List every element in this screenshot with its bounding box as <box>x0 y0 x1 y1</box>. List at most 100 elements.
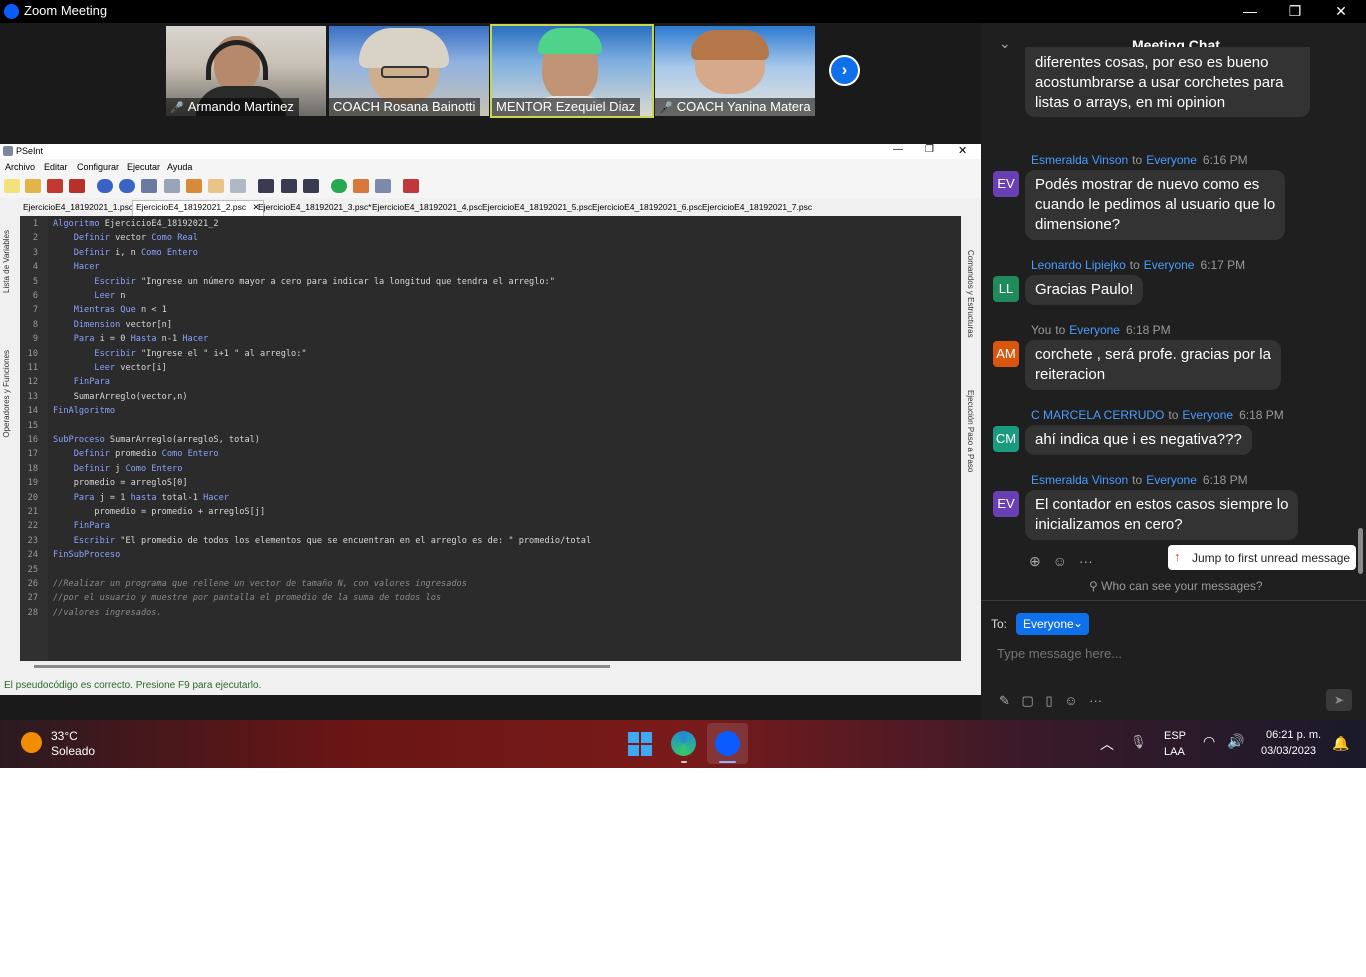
restore-button[interactable]: ❐ <box>1272 0 1318 23</box>
paste-icon[interactable] <box>186 179 202 193</box>
menu-editar[interactable]: Editar <box>44 162 68 172</box>
file-tab[interactable]: EjercicioE4_18192021_3.psc* <box>258 202 371 212</box>
operators-functions-tab[interactable]: Operadores y Funciones <box>2 350 11 438</box>
emoji-react-icon[interactable]: ☺ <box>1053 553 1067 569</box>
close-button[interactable]: ✕ <box>1318 0 1364 23</box>
sender-name[interactable]: You <box>1031 323 1051 337</box>
windows-start-icon[interactable] <box>628 732 652 756</box>
cut-icon[interactable] <box>141 179 157 193</box>
screenshot-icon[interactable]: ▢ <box>1022 693 1034 708</box>
avatar[interactable]: EV <box>993 171 1019 197</box>
open-folder-icon[interactable] <box>25 179 41 193</box>
notification-bell-icon[interactable]: 🔔 <box>1332 735 1349 752</box>
message-input[interactable] <box>995 641 1339 665</box>
file-tab-active[interactable]: EjercicioE4_18192021_2.psc ✕ <box>132 200 264 216</box>
next-page-arrow-icon[interactable]: › <box>829 55 860 86</box>
recipient-dropdown[interactable]: Everyone ⌄ <box>1016 613 1089 635</box>
clock-time[interactable]: 06:21 p. m. <box>1266 729 1321 741</box>
meeting-chat-panel: ⌄ Meeting Chat diferentes cosas, por eso… <box>981 23 1366 720</box>
file-tab[interactable]: EjercicioE4_18192021_6.psc <box>592 202 702 212</box>
collapse-chevron-icon[interactable]: ⌄ <box>999 35 1011 52</box>
help-icon[interactable] <box>403 179 419 193</box>
video-tile[interactable]: COACH Rosana Bainotti <box>329 26 489 116</box>
avatar[interactable]: LL <box>993 276 1019 302</box>
code-line: Dimension vector[n] <box>73 319 173 330</box>
indent-icon[interactable] <box>208 179 224 193</box>
save-icon[interactable] <box>47 179 63 193</box>
run-icon[interactable] <box>331 179 347 193</box>
line-number: 22 <box>27 521 38 532</box>
volume-icon[interactable]: 🔊 <box>1227 733 1244 750</box>
pseint-menubar: Archivo Editar Configurar Ejecutar Ayuda <box>0 159 981 176</box>
avatar[interactable]: EV <box>993 491 1019 517</box>
language-bottom[interactable]: LAA <box>1164 746 1185 758</box>
menu-archivo[interactable]: Archivo <box>5 162 35 172</box>
replace-icon[interactable] <box>303 179 319 193</box>
edge-browser-icon[interactable] <box>671 731 696 756</box>
more-options-icon[interactable]: ··· <box>1079 553 1093 569</box>
zoom-taskbar-button[interactable] <box>707 723 748 764</box>
commands-structures-tab[interactable]: Comandos y Estructuras <box>966 250 975 338</box>
microphone-icon[interactable]: 🎙 <box>1130 734 1147 750</box>
copy-icon[interactable] <box>164 179 180 193</box>
search-binoculars-icon[interactable] <box>258 179 274 193</box>
language-top[interactable]: ESP <box>1164 730 1186 742</box>
file-tab[interactable]: EjercicioE4_18192021_4.psc <box>372 202 482 212</box>
emoji-icon[interactable]: ☺ <box>1064 693 1077 708</box>
line-number: 18 <box>27 463 38 474</box>
code-line: Escribir "Ingrese el " i+1 " al arreglo:… <box>94 348 307 359</box>
code-line: FinPara <box>73 521 110 532</box>
message-time: 6:18 PM <box>1239 408 1284 422</box>
scrollbar-thumb[interactable] <box>34 665 610 668</box>
video-tile[interactable]: 🎤 COACH Yanina Matera <box>655 26 815 116</box>
sender-name[interactable]: C MARCELA CERRUDO <box>1031 408 1164 422</box>
zoom-app-icon <box>715 731 740 756</box>
line-number: 24 <box>27 550 38 561</box>
chat-scrollbar-thumb[interactable] <box>1358 528 1363 574</box>
message-time: 6:17 PM <box>1200 258 1246 272</box>
avatar[interactable]: CM <box>993 426 1019 452</box>
video-tile[interactable]: 🎤 Armando Martinez <box>166 26 326 116</box>
redo-icon[interactable] <box>119 179 135 193</box>
pseint-close-button[interactable]: ✕ <box>958 144 967 157</box>
who-can-see-link[interactable]: ⚲ Who can see your messages? <box>1089 579 1263 593</box>
avatar[interactable]: AM <box>993 341 1019 367</box>
jump-to-unread-button[interactable]: ↑ Jump to first unread message <box>1168 545 1356 570</box>
right-side-panel: Comandos y Estructuras Ejecución Paso a … <box>963 200 981 550</box>
search-next-icon[interactable] <box>281 179 297 193</box>
code-editor[interactable]: 1 2 3 4 5 6 7 8 9 10 11 12 13 14 15 16 17 18 19 20 21 22 23 24 2… <box>20 216 961 661</box>
more-icon[interactable]: ··· <box>1089 693 1102 708</box>
menu-ayuda[interactable]: Ayuda <box>167 162 192 172</box>
file-tab[interactable]: EjercicioE4_18192021_1.psc* <box>23 202 136 212</box>
line-number: 28 <box>27 607 38 618</box>
file-tab[interactable]: EjercicioE4_18192021_5.psc <box>482 202 592 212</box>
pseint-restore-button[interactable]: ❐ <box>925 144 934 155</box>
sender-name[interactable]: Esmeralda Vinson <box>1031 473 1128 487</box>
line-number: 25 <box>27 564 38 575</box>
step-by-step-icon[interactable] <box>353 179 369 193</box>
menu-configurar[interactable]: Configurar <box>77 162 119 172</box>
weather-text[interactable]: Soleado <box>51 744 95 758</box>
reply-icon[interactable]: ⊕ <box>1029 553 1041 569</box>
sender-name[interactable]: Leonardo Lipiejko <box>1031 258 1126 272</box>
find-icon[interactable] <box>230 179 246 193</box>
video-tile-active-speaker[interactable]: MENTOR Ezequiel Diaz <box>490 24 654 118</box>
save-as-icon[interactable] <box>69 179 85 193</box>
chevron-up-icon[interactable]: ︿ <box>1100 734 1114 754</box>
clock-date[interactable]: 03/03/2023 <box>1261 745 1316 757</box>
undo-icon[interactable] <box>97 179 113 193</box>
sender-name[interactable]: Esmeralda Vinson <box>1031 153 1128 167</box>
format-icon[interactable]: ✎ <box>999 693 1010 708</box>
step-execution-tab[interactable]: Ejecución Paso a Paso <box>966 390 975 472</box>
menu-ejecutar[interactable]: Ejecutar <box>127 162 160 172</box>
file-tab[interactable]: EjercicioE4_18192021_7.psc <box>702 202 812 212</box>
wifi-icon[interactable]: ◠ <box>1203 733 1215 750</box>
flowchart-icon[interactable] <box>375 179 391 193</box>
new-file-icon[interactable] <box>4 179 20 193</box>
horizontal-scrollbar[interactable] <box>20 661 961 673</box>
minimize-button[interactable]: — <box>1227 0 1273 23</box>
send-icon[interactable]: ➤ <box>1326 689 1352 711</box>
variables-list-tab[interactable]: Lista de Variables <box>2 230 11 293</box>
pseint-minimize-button[interactable]: — <box>893 144 903 155</box>
file-icon[interactable]: ▯ <box>1045 693 1052 708</box>
